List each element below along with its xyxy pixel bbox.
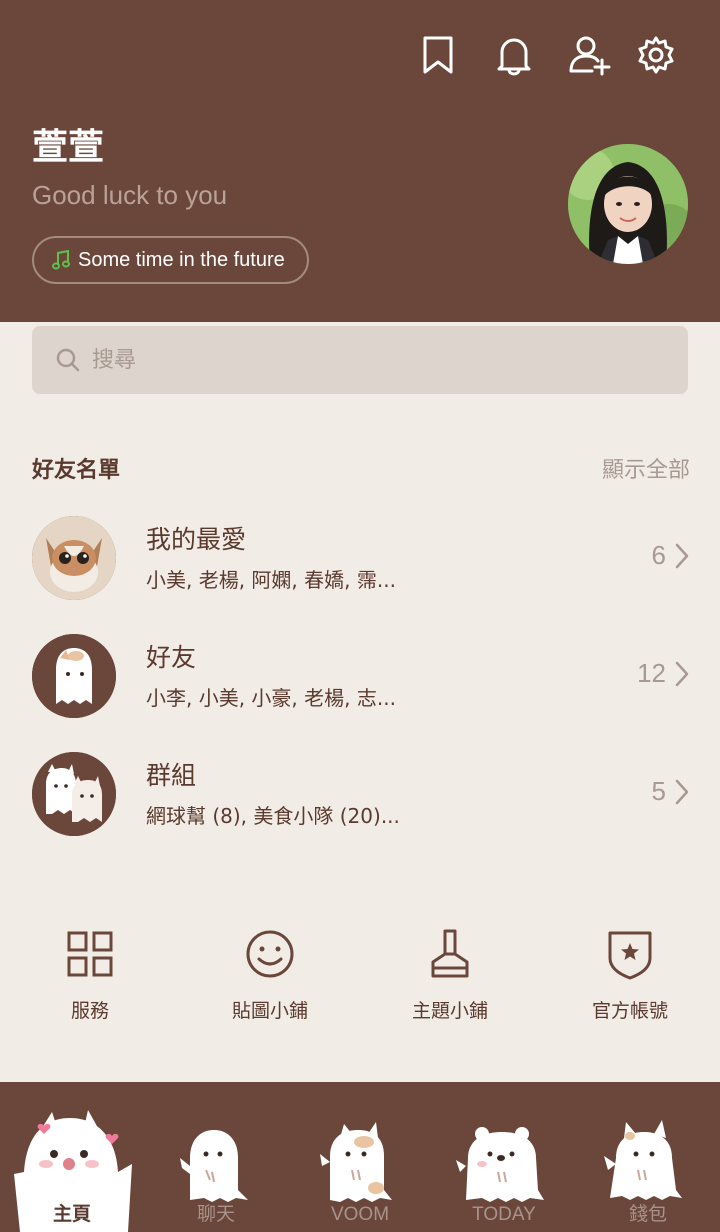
friends-avatar [32, 634, 116, 718]
tab-chats[interactable]: 聊天 [144, 1082, 288, 1232]
header-actions [400, 32, 684, 78]
theme-shop-button[interactable]: 主題小鋪 [360, 924, 540, 1034]
tab-home-label: 主頁 [52, 1204, 91, 1225]
music-note-icon [52, 250, 70, 270]
search-input[interactable] [92, 347, 688, 373]
list-item-favorites[interactable]: 我的最愛 小美, 老楊, 阿嫻, 春嬌, 霈... 6 [0, 516, 720, 616]
tab-chats-label: 聊天 [196, 1204, 235, 1225]
status-message[interactable]: Good luck to you [32, 180, 227, 211]
profile-header: 萱萱 Good luck to you Some time in the fut… [0, 0, 720, 322]
list-item-title: 我的最愛 [146, 525, 247, 554]
search-bar[interactable] [32, 326, 688, 394]
sticker-shop-label: 貼圖小鋪 [231, 1000, 308, 1022]
list-item-title: 群組 [146, 761, 197, 790]
list-item-friends[interactable]: 好友 小李, 小美, 小豪, 老楊, 志... 12 [0, 634, 720, 734]
tab-today[interactable]: TODAY [432, 1082, 576, 1232]
bell-icon[interactable] [476, 32, 552, 78]
services-bar: 服務 貼圖小鋪 主題小鋪 官方帳號 [0, 924, 720, 1034]
list-item-members: 小美, 老楊, 阿嫻, 春嬌, 霈... [146, 568, 396, 592]
profile-name[interactable]: 萱萱 [32, 118, 104, 170]
list-item-members: 小李, 小美, 小豪, 老楊, 志... [146, 686, 396, 710]
official-accounts-button[interactable]: 官方帳號 [540, 924, 720, 1034]
list-item-count: 6 [651, 540, 666, 570]
list-item-title: 好友 [146, 643, 197, 672]
groups-avatar [32, 752, 116, 836]
shield-star-icon [607, 924, 653, 984]
music-title: Some time in the future [78, 248, 285, 271]
profile-avatar[interactable] [568, 144, 688, 264]
list-item-count: 12 [637, 658, 666, 688]
sticker-shop-button[interactable]: 貼圖小鋪 [180, 924, 360, 1034]
theme-shop-label: 主題小鋪 [411, 1000, 488, 1022]
brush-icon [428, 924, 472, 984]
grid-icon [66, 924, 114, 984]
add-friend-icon[interactable] [552, 32, 628, 78]
chevron-right-icon [675, 543, 689, 569]
list-item-count: 5 [651, 776, 666, 806]
tab-voom-label: VOOM [330, 1204, 390, 1225]
tab-wallet[interactable]: 錢包 [576, 1082, 720, 1232]
official-accounts-label: 官方帳號 [591, 1000, 668, 1022]
list-item-members: 網球幫 (8), 美食小隊 (20)... [146, 804, 400, 828]
tab-today-label: TODAY [472, 1204, 536, 1225]
tab-voom[interactable]: VOOM [288, 1082, 432, 1232]
chevron-right-icon [675, 661, 689, 687]
search-icon [56, 348, 80, 372]
tab-wallet-label: 錢包 [628, 1204, 667, 1225]
show-all-link[interactable]: 顯示全部 [602, 452, 690, 484]
bookmark-icon[interactable] [400, 32, 476, 78]
bottom-nav: 主頁 聊天 VOOM TODAY 錢包 [0, 1082, 720, 1232]
friends-section-title: 好友名單 [32, 458, 121, 483]
settings-icon[interactable] [628, 32, 684, 78]
services-button[interactable]: 服務 [0, 924, 180, 1034]
profile-music-button[interactable]: Some time in the future [32, 236, 309, 284]
smiley-icon [245, 924, 295, 984]
services-label: 服務 [70, 1000, 109, 1022]
tab-home[interactable]: 主頁 [0, 1082, 144, 1232]
favorites-avatar [32, 516, 116, 600]
chevron-right-icon [675, 779, 689, 805]
list-item-groups[interactable]: 群組 網球幫 (8), 美食小隊 (20)... 5 [0, 752, 720, 852]
